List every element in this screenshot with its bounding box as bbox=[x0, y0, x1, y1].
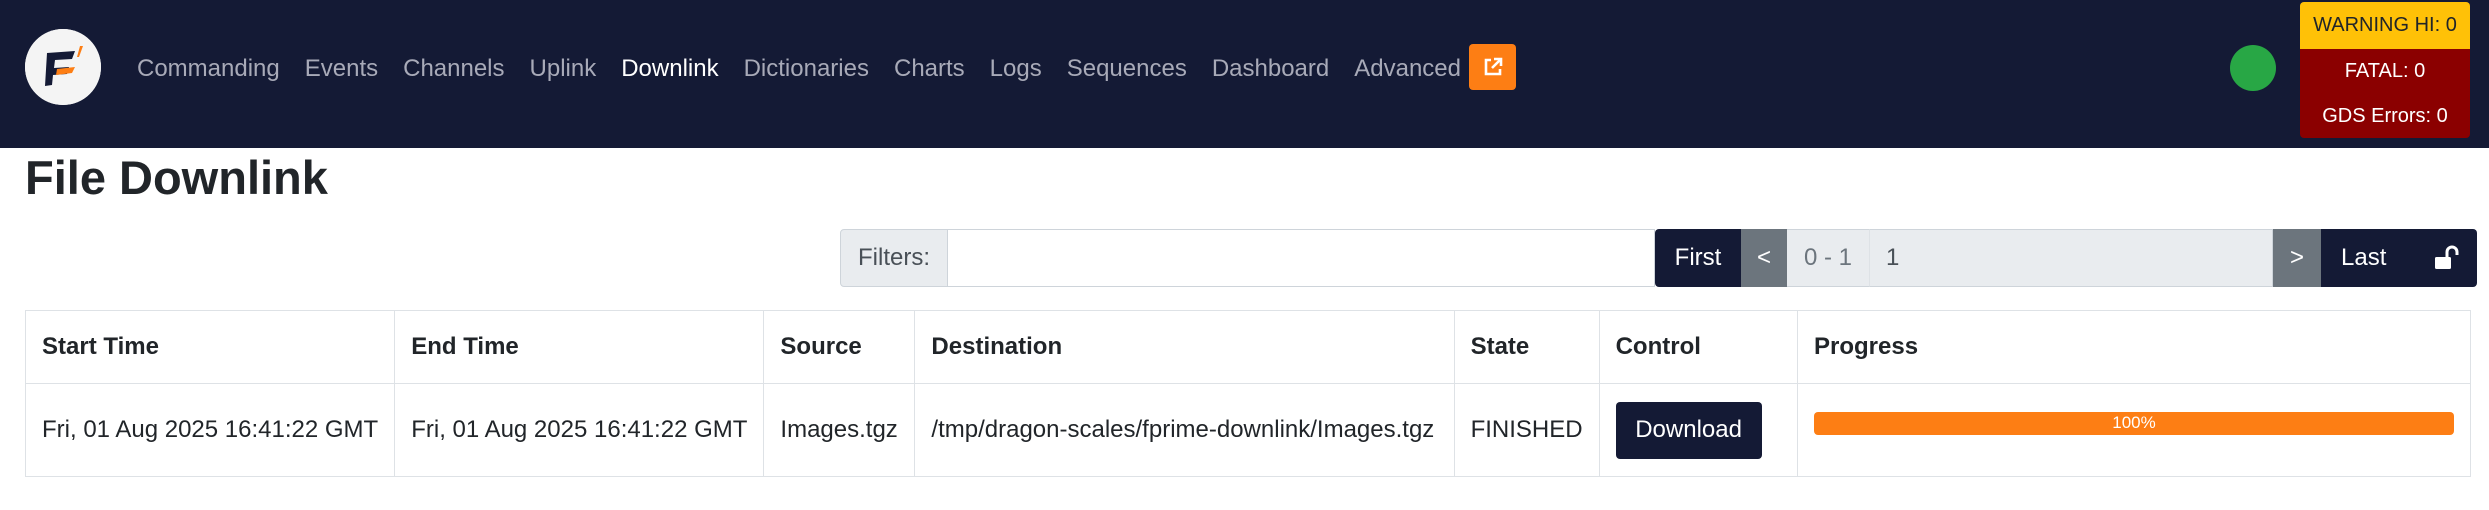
scroll-lock-toggle[interactable] bbox=[2415, 229, 2477, 287]
fatal-count[interactable]: FATAL: 0 bbox=[2300, 49, 2470, 94]
column-header-start-time[interactable]: Start Time bbox=[24, 310, 396, 384]
destination-cell: /tmp/dragon-scales/fprime-downlink/Image… bbox=[914, 383, 1455, 477]
table-header-row: Start Time End Time Source Destination S… bbox=[24, 310, 2472, 384]
nav-logs[interactable]: Logs bbox=[990, 55, 1042, 83]
download-button[interactable]: Download bbox=[1615, 401, 1762, 459]
alert-summary[interactable]: WARNING HI: 0 FATAL: 0 GDS Errors: 0 bbox=[2300, 2, 2470, 138]
source-cell: Images.tgz bbox=[763, 383, 916, 477]
nav-advanced[interactable]: Advanced bbox=[1354, 55, 1461, 83]
filters-label: Filters: bbox=[840, 229, 948, 287]
progress-bar-fill: 100% bbox=[1813, 411, 2454, 435]
connection-status-indicator bbox=[2230, 45, 2276, 91]
column-header-progress[interactable]: Progress bbox=[1796, 310, 2472, 384]
column-header-state[interactable]: State bbox=[1453, 310, 1600, 384]
gds-errors-count[interactable]: GDS Errors: 0 bbox=[2300, 94, 2470, 138]
page-number-input[interactable] bbox=[1869, 229, 2273, 287]
next-page-button[interactable]: > bbox=[2273, 229, 2321, 287]
warning-hi-count[interactable]: WARNING HI: 0 bbox=[2300, 2, 2470, 49]
nav-commanding[interactable]: Commanding bbox=[137, 55, 280, 83]
previous-page-button[interactable]: < bbox=[1741, 229, 1787, 287]
column-header-destination[interactable]: Destination bbox=[914, 310, 1455, 384]
nav-downlink[interactable]: Downlink bbox=[621, 55, 718, 83]
first-page-button[interactable]: First bbox=[1655, 229, 1741, 287]
filters-input[interactable] bbox=[948, 229, 1655, 287]
unlock-icon bbox=[2435, 245, 2459, 269]
filter-pager-bar: Filters: First < 0 - 1 > Last bbox=[840, 229, 2477, 287]
external-link-icon bbox=[1484, 57, 1502, 76]
nav-sequences[interactable]: Sequences bbox=[1067, 55, 1187, 83]
page-title: File Downlink bbox=[25, 151, 328, 204]
column-header-control[interactable]: Control bbox=[1598, 310, 1798, 384]
control-cell: Download bbox=[1598, 383, 1798, 477]
open-new-window-button[interactable] bbox=[1469, 44, 1516, 90]
fprime-logo-icon bbox=[25, 29, 101, 105]
main-nav: Commanding Events Channels Uplink Downli… bbox=[137, 0, 1486, 138]
downlink-files-table: Start Time End Time Source Destination S… bbox=[24, 310, 2472, 477]
progress-cell: 100% bbox=[1796, 383, 2472, 477]
progress-bar-track: 100% bbox=[1813, 411, 2454, 435]
column-header-end-time[interactable]: End Time bbox=[394, 310, 765, 384]
state-cell: FINISHED bbox=[1453, 383, 1600, 477]
nav-channels[interactable]: Channels bbox=[403, 55, 504, 83]
top-navbar: Commanding Events Channels Uplink Downli… bbox=[0, 0, 2489, 148]
end-time-cell: Fri, 01 Aug 2025 16:41:22 GMT bbox=[394, 383, 765, 477]
start-time-cell: Fri, 01 Aug 2025 16:41:22 GMT bbox=[24, 383, 396, 477]
page-range-label: 0 - 1 bbox=[1787, 229, 1869, 287]
nav-charts[interactable]: Charts bbox=[894, 55, 965, 83]
nav-dashboard[interactable]: Dashboard bbox=[1212, 55, 1329, 83]
table-row: Fri, 01 Aug 2025 16:41:22 GMT Fri, 01 Au… bbox=[24, 383, 2472, 477]
fprime-logo[interactable] bbox=[25, 29, 101, 105]
last-page-button[interactable]: Last bbox=[2321, 229, 2415, 287]
nav-dictionaries[interactable]: Dictionaries bbox=[744, 55, 869, 83]
column-header-source[interactable]: Source bbox=[763, 310, 916, 384]
nav-events[interactable]: Events bbox=[305, 55, 378, 83]
nav-uplink[interactable]: Uplink bbox=[530, 55, 597, 83]
